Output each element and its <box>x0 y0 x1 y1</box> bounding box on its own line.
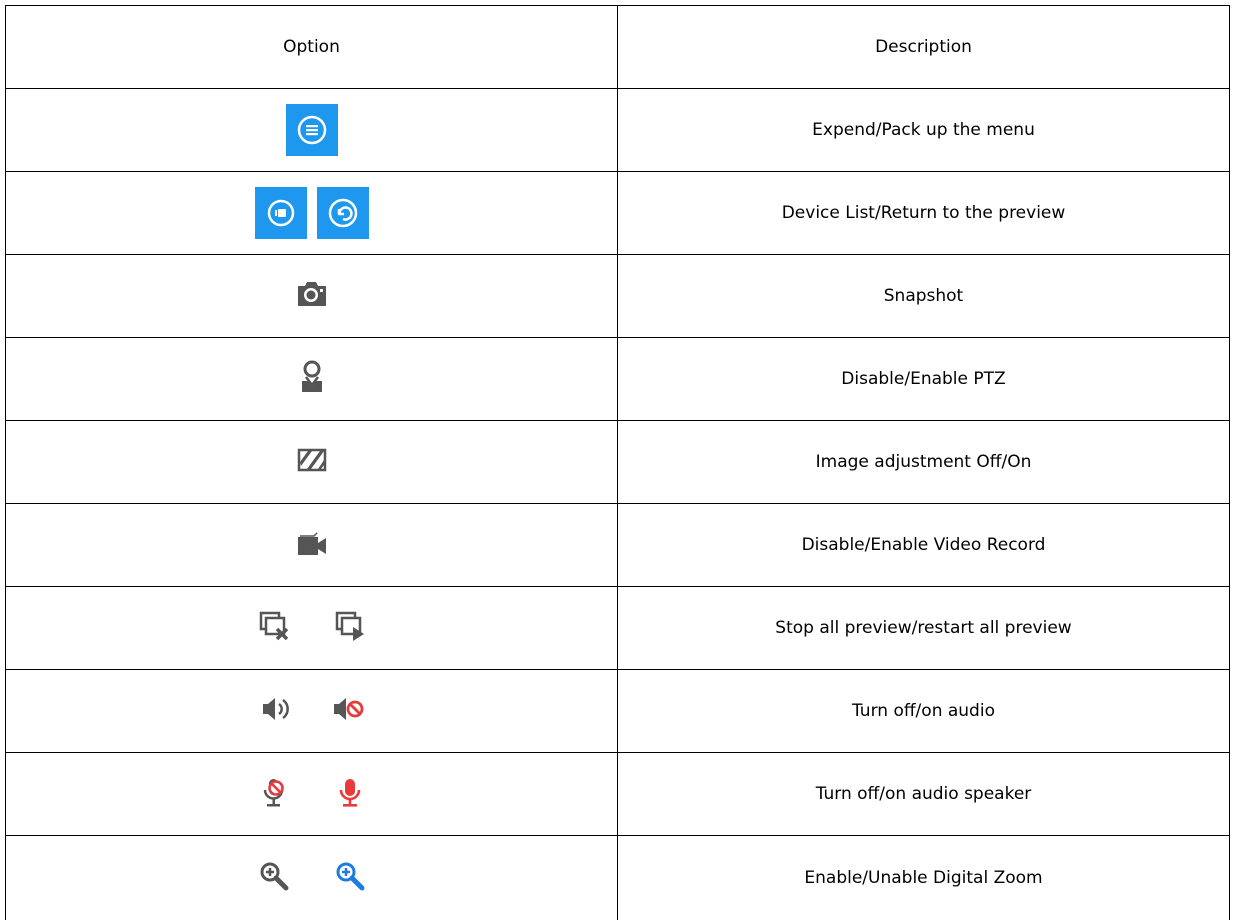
video-record-icon[interactable] <box>294 525 330 561</box>
stop-all-preview-icon[interactable] <box>256 608 292 644</box>
description-cell: Turn off/on audio speaker <box>618 753 1230 836</box>
speaker-on-icon[interactable] <box>332 774 368 810</box>
option-cell <box>6 172 618 255</box>
option-cell <box>6 836 618 920</box>
description-cell: Disable/Enable PTZ <box>618 338 1230 421</box>
table-row: Expend/Pack up the menu <box>6 89 1230 172</box>
image-adjust-icon[interactable] <box>294 442 330 478</box>
table-row: Turn off/on audio speaker <box>6 753 1230 836</box>
camera-icon[interactable] <box>294 276 330 312</box>
table-row: Disable/Enable PTZ <box>6 338 1230 421</box>
option-cell <box>6 338 618 421</box>
table-row: Turn off/on audio <box>6 670 1230 753</box>
table-row: Snapshot <box>6 255 1230 338</box>
table-row: Stop all preview/restart all preview <box>6 587 1230 670</box>
option-cell <box>6 504 618 587</box>
option-column-header: Option <box>6 6 618 89</box>
zoom-blue-icon[interactable] <box>332 858 368 894</box>
option-cell <box>6 255 618 338</box>
option-cell <box>6 587 618 670</box>
description-cell: Image adjustment Off/On <box>618 421 1230 504</box>
description-column-header: Description <box>618 6 1230 89</box>
zoom-gray-icon[interactable] <box>256 858 292 894</box>
restart-all-preview-icon[interactable] <box>332 608 368 644</box>
table-row: Enable/Unable Digital Zoom <box>6 836 1230 920</box>
option-cell <box>6 753 618 836</box>
table-row: Disable/Enable Video Record <box>6 504 1230 587</box>
ptz-icon[interactable] <box>294 359 330 395</box>
description-cell: Enable/Unable Digital Zoom <box>618 836 1230 920</box>
table-row: Device List/Return to the preview <box>6 172 1230 255</box>
option-cell <box>6 89 618 172</box>
menu-icon[interactable] <box>286 104 338 156</box>
description-cell: Turn off/on audio <box>618 670 1230 753</box>
option-cell <box>6 421 618 504</box>
options-table: Option Description Expend/Pack up the me… <box>5 5 1230 920</box>
return-icon[interactable] <box>317 187 369 239</box>
description-cell: Device List/Return to the preview <box>618 172 1230 255</box>
table-header-row: Option Description <box>6 6 1230 89</box>
audio-on-icon[interactable] <box>258 691 294 727</box>
audio-off-icon[interactable] <box>330 691 366 727</box>
table-row: Image adjustment Off/On <box>6 421 1230 504</box>
description-cell: Disable/Enable Video Record <box>618 504 1230 587</box>
option-cell <box>6 670 618 753</box>
device-list-icon[interactable] <box>255 187 307 239</box>
description-cell: Stop all preview/restart all preview <box>618 587 1230 670</box>
speaker-off-icon[interactable] <box>256 774 292 810</box>
description-cell: Snapshot <box>618 255 1230 338</box>
description-cell: Expend/Pack up the menu <box>618 89 1230 172</box>
